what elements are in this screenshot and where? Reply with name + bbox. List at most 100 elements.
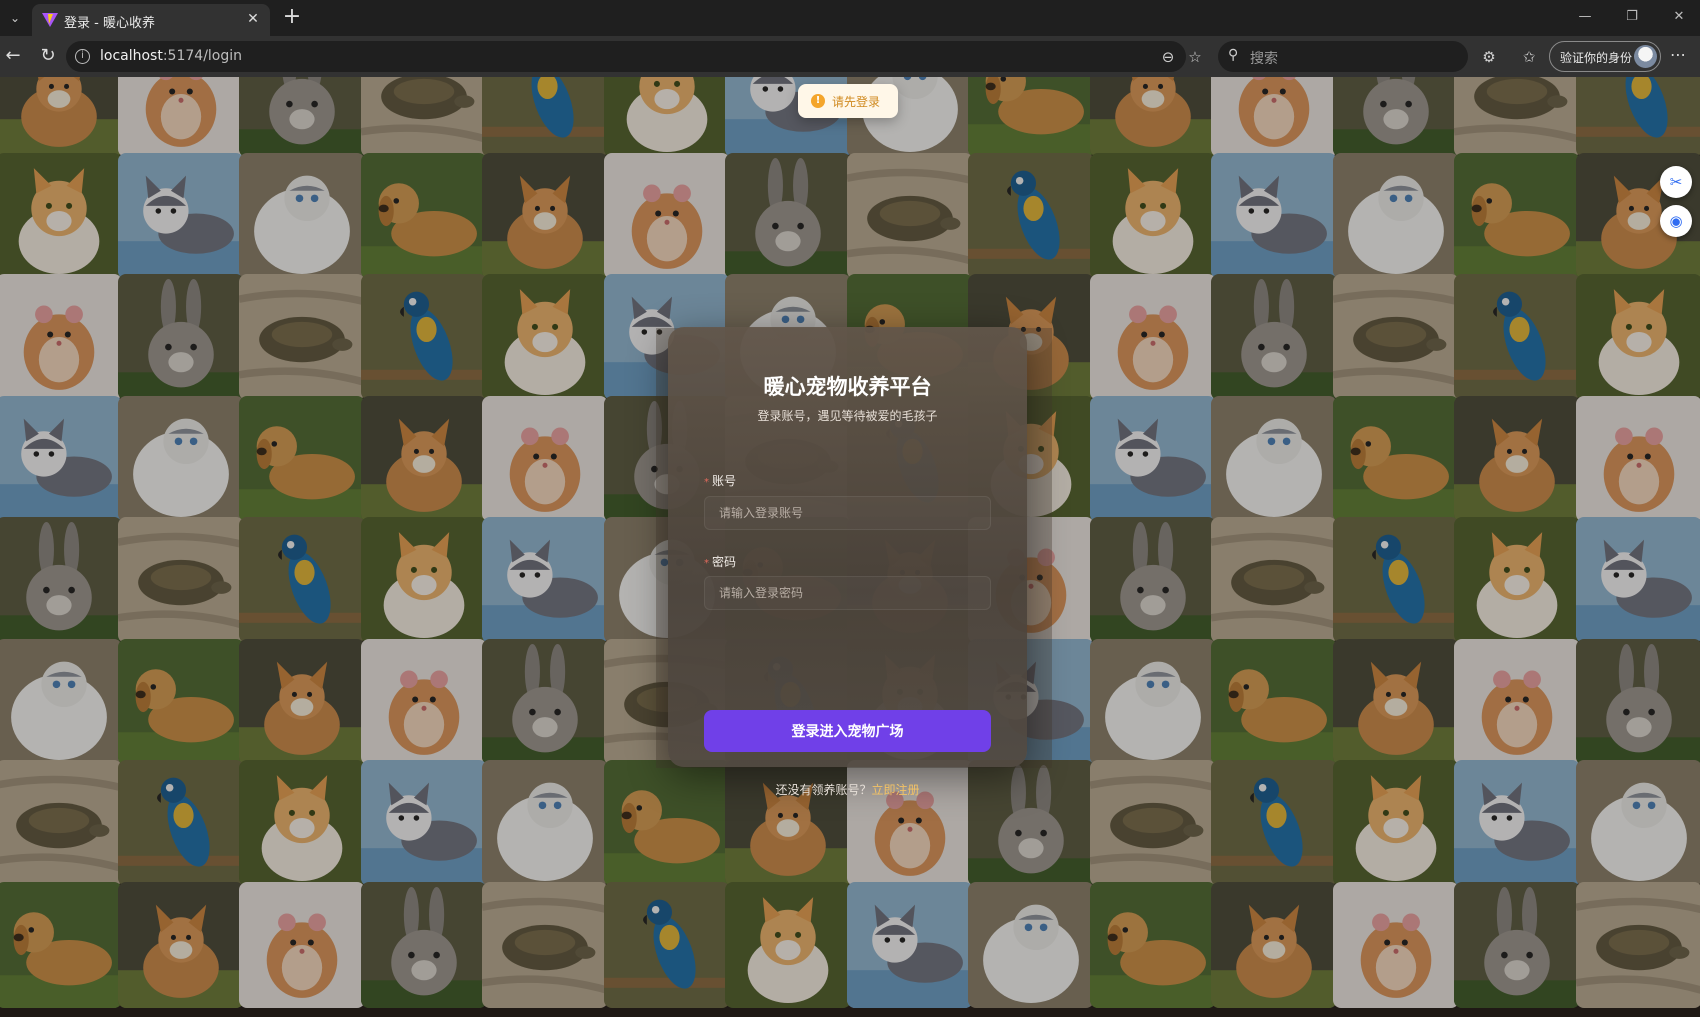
pet-photo-tile (603, 760, 730, 886)
pet-photo-tile (1332, 517, 1459, 643)
address-bar[interactable]: i localhost:5174/login ⊖ ☆ (66, 41, 1202, 72)
hamster-photo (117, 77, 244, 157)
fluffy-cat-photo (1575, 760, 1700, 886)
fluffy-cat-photo (0, 638, 122, 765)
pet-photo-tile (239, 881, 365, 1008)
zoom-out-icon[interactable]: ⊖ (1158, 47, 1178, 67)
orange-cat-photo (1332, 760, 1459, 886)
golden-retriever-photo (0, 881, 122, 1008)
gray-cat-photo (482, 517, 608, 643)
parrot-photo (239, 517, 365, 643)
favorite-star-icon[interactable]: ☆ (1185, 47, 1205, 67)
register-link[interactable]: 立即注册 (872, 783, 920, 797)
pet-photo-tile (482, 760, 608, 886)
more-menu-icon[interactable]: ⋯ (1670, 45, 1686, 64)
pet-photo-tile (0, 638, 122, 765)
pet-photo-tile (725, 152, 851, 279)
pet-photo-tile (1454, 881, 1580, 1008)
minimize-icon[interactable]: — (1573, 6, 1597, 28)
login-card: 暖心宠物收养平台 登录账号，遇见等待被爱的毛孩子 *账号 *密码 登录进入宠物广… (668, 327, 1027, 797)
hamster-photo (1211, 77, 1337, 157)
assistant-chat-icon[interactable]: ◉ (1660, 205, 1692, 237)
golden-retriever-photo (603, 760, 730, 886)
pet-photo-tile (360, 517, 487, 643)
hamster-photo (482, 395, 608, 522)
pet-photo-tile (360, 77, 487, 157)
pet-photo-tile (1575, 517, 1700, 643)
pet-photo-tile (1332, 638, 1459, 765)
hamster-photo (360, 638, 487, 765)
pet-photo-tile (239, 274, 365, 400)
pet-photo-tile (1332, 760, 1459, 886)
register-prompt: 还没有领养账号？立即注册 (775, 783, 920, 797)
orange-cat-photo (239, 760, 365, 886)
back-icon[interactable]: ← (1, 45, 25, 69)
page-subtitle: 登录账号，遇见等待被爱的毛孩子 (757, 409, 938, 423)
tab-close-icon[interactable]: ✕ (244, 10, 262, 28)
pet-photo-tile (1454, 152, 1580, 279)
tortoise-photo (117, 517, 244, 643)
orange-cat-photo (0, 152, 122, 279)
pet-photo-tile (1575, 77, 1700, 157)
hamster-photo (846, 760, 973, 886)
pet-photo-tile (1575, 395, 1700, 522)
hamster-photo (1332, 881, 1459, 1008)
pet-photo-tile (117, 274, 244, 400)
pet-photo-tile (1089, 517, 1216, 643)
browser-tab-active[interactable]: 登录 - 暖心收养 ✕ (32, 4, 270, 36)
pet-photo-tile (0, 395, 122, 522)
tortoise-photo (360, 77, 487, 157)
page-title: 暖心宠物收养平台 (763, 375, 932, 399)
favorites-icon[interactable]: ✩ (1518, 46, 1540, 68)
pet-photo-tile (846, 881, 973, 1008)
pet-photo-tile (0, 274, 122, 400)
required-mark: * (704, 477, 709, 488)
golden-retriever-photo (1332, 395, 1459, 522)
pet-photo-tile (1575, 274, 1700, 400)
fluffy-cat-photo (482, 760, 608, 886)
tab-list-icon[interactable]: ⌄ (4, 7, 26, 29)
pet-photo-tile (968, 77, 1094, 157)
password-input[interactable] (704, 576, 991, 610)
pet-photo-tile (968, 152, 1094, 279)
golden-retriever-photo (1211, 638, 1337, 765)
profile-button[interactable]: 验证你的身份 (1549, 41, 1661, 72)
site-info-icon[interactable]: i (75, 49, 90, 64)
pet-photo-tile (0, 152, 122, 279)
pet-photo-tile (482, 395, 608, 522)
pet-photo-tile (1211, 881, 1337, 1008)
account-input[interactable] (704, 496, 991, 530)
pet-photo-tile (1454, 760, 1580, 886)
scissors-icon[interactable]: ✂ (1660, 166, 1692, 198)
restore-icon[interactable]: ❐ (1620, 6, 1644, 28)
pet-photo-tile (360, 274, 487, 400)
gray-cat-photo (360, 760, 487, 886)
extensions-icon[interactable]: ⚙ (1478, 46, 1500, 68)
pet-photo-tile (1089, 77, 1216, 157)
hamster-photo (239, 881, 365, 1008)
window-close-icon[interactable]: ✕ (1667, 6, 1691, 28)
pet-photo-tile (1211, 395, 1337, 522)
golden-retriever-photo (117, 638, 244, 765)
fluffy-cat-photo (1211, 395, 1337, 522)
golden-retriever-photo (968, 77, 1094, 157)
pet-photo-tile (482, 274, 608, 400)
browser-search-box[interactable]: ⚲ 搜索 (1218, 41, 1468, 72)
required-mark: * (704, 558, 709, 569)
orange-cat-photo (1089, 152, 1216, 279)
parrot-photo (482, 77, 608, 157)
pet-photo-tile (117, 395, 244, 522)
tortoise-photo (1211, 517, 1337, 643)
new-tab-button[interactable]: + (280, 6, 304, 30)
login-submit-button[interactable]: 登录进入宠物广场 (704, 710, 991, 752)
corgi-photo (1332, 638, 1459, 765)
pet-photo-tile (968, 881, 1094, 1008)
pet-photo-tile (239, 760, 365, 886)
url-text: localhost:5174/login (100, 48, 243, 64)
golden-retriever-photo (360, 152, 487, 279)
search-placeholder: 搜索 (1250, 51, 1278, 67)
reload-icon[interactable]: ↻ (36, 45, 60, 69)
tortoise-photo (1454, 77, 1580, 157)
toast-message: 请先登录 (832, 95, 881, 109)
golden-retriever-photo (1454, 152, 1580, 279)
